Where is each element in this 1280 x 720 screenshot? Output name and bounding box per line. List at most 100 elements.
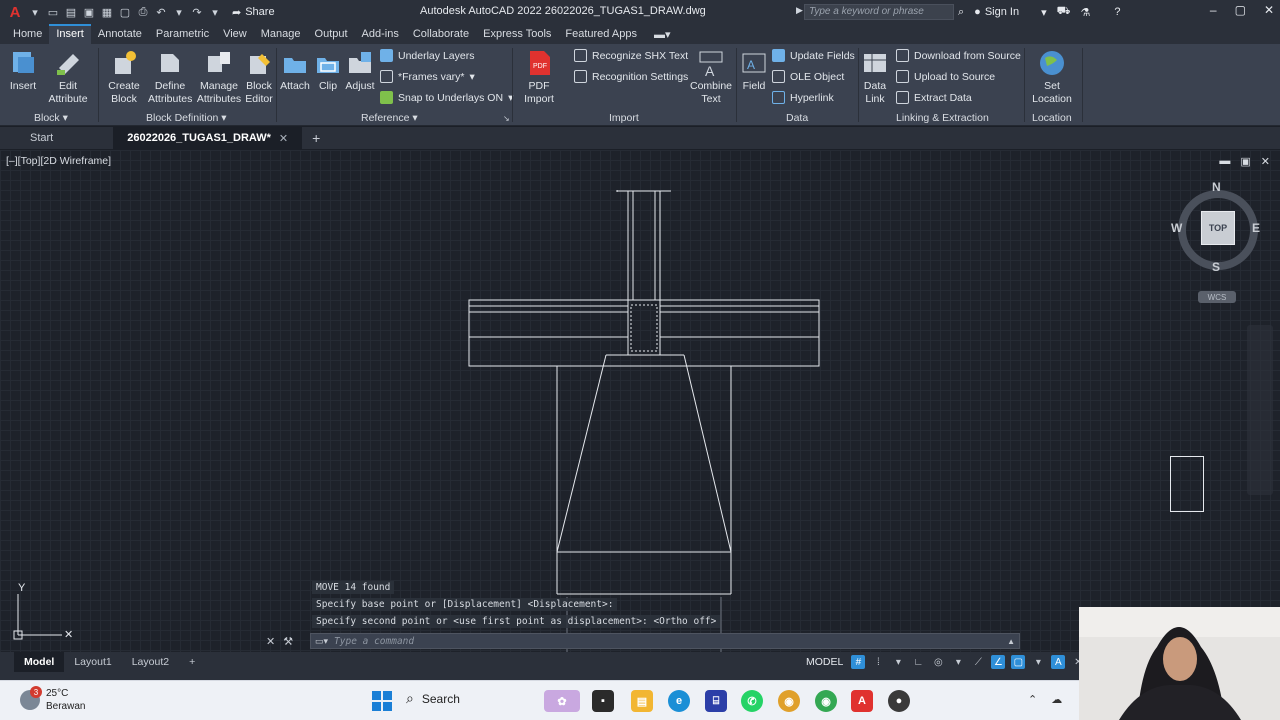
frames-vary-dropdown[interactable]: *Frames vary* ▾ (380, 70, 475, 83)
compass-west[interactable]: W (1171, 221, 1182, 235)
wcs-menu[interactable]: WCS (1198, 291, 1236, 303)
tab-home[interactable]: Home (6, 24, 49, 44)
polar-tracking-icon[interactable]: ◎ (931, 655, 945, 669)
set-location-button[interactable]: Set Location (1030, 48, 1074, 106)
tab-add-ins[interactable]: Add-ins (355, 24, 406, 44)
block-definition-panel-label[interactable]: Block Definition ▾ (146, 112, 227, 124)
file-explorer-dark-icon[interactable]: ▪ (592, 690, 614, 712)
dialog-launcher-icon[interactable]: ↘ (503, 114, 510, 123)
whatsapp-icon[interactable]: ✆ (741, 690, 763, 712)
windows-start-icon[interactable] (372, 691, 392, 711)
clip-button[interactable]: Clip (314, 48, 342, 93)
autodesk-app-icon[interactable]: ⚗ (1080, 6, 1090, 19)
update-fields-button[interactable]: Update Fields (772, 49, 855, 62)
create-block-button[interactable]: Create Block (106, 48, 142, 106)
add-layout-icon[interactable]: + (179, 652, 205, 672)
tray-chevron-icon[interactable]: ⌃ (1028, 693, 1037, 706)
adjust-button[interactable]: Adjust (344, 48, 376, 93)
close-tab-icon[interactable]: ✕ (279, 132, 288, 145)
tab-output[interactable]: Output (308, 24, 355, 44)
customize-wrench-icon[interactable]: ⚒ (283, 635, 293, 648)
close-icon[interactable]: ✕ (1264, 3, 1274, 17)
autocad-taskbar-icon[interactable]: A (851, 690, 873, 712)
help-search-input[interactable]: Type a keyword or phrase (804, 4, 954, 20)
tab-insert[interactable]: Insert (49, 24, 91, 44)
tab-manage[interactable]: Manage (254, 24, 308, 44)
field-button[interactable]: A Field (740, 48, 768, 93)
model-layout-tab[interactable]: Model (14, 652, 65, 672)
layout2-tab[interactable]: Layout2 (122, 652, 179, 672)
pdf-import-button[interactable]: PDF PDF Import (520, 48, 558, 106)
maximize-icon[interactable]: ▢ (1235, 3, 1246, 17)
onedrive-icon[interactable]: ☁ (1051, 693, 1062, 706)
redo-icon[interactable]: ↷ (190, 5, 204, 19)
dropdown-icon[interactable]: ▾ (28, 5, 42, 19)
hyperlink-button[interactable]: Hyperlink (772, 91, 834, 104)
ortho-icon[interactable]: ∟ (911, 655, 925, 669)
tab-featured-apps[interactable]: Featured Apps (558, 24, 644, 44)
layout1-tab[interactable]: Layout1 (64, 652, 121, 672)
recognition-settings-button[interactable]: Recognition Settings (574, 70, 688, 83)
cart-icon[interactable]: ⛟ (1057, 5, 1071, 19)
annotation-scale-icon[interactable]: A (1051, 655, 1066, 669)
redo-dropdown-icon[interactable]: ▾ (208, 5, 222, 19)
command-prompt-icon[interactable]: ▭▾ (315, 636, 328, 647)
drawing-canvas[interactable]: [–][Top][2D Wireframe] ▬ ▣ ✕ TOP N S E W… (0, 150, 1280, 652)
extract-data-button[interactable]: Extract Data (896, 91, 972, 104)
plot-icon[interactable]: ⎙ (136, 5, 150, 19)
viewcube[interactable]: TOP N S E W (1170, 180, 1266, 276)
data-link-button[interactable]: Data Link (860, 48, 890, 106)
recorder-icon[interactable]: ● (888, 690, 910, 712)
tab-view[interactable]: View (216, 24, 254, 44)
snap-dropdown-icon[interactable]: ▾ (891, 655, 905, 669)
object-snap-tracking-icon[interactable]: ∠ (991, 655, 1006, 669)
open-folder-icon[interactable]: ▤ (64, 5, 78, 19)
share-button[interactable]: ➦ Share (232, 6, 275, 19)
compass-east[interactable]: E (1252, 221, 1260, 235)
command-history-toggle-icon[interactable]: ▲ (1007, 637, 1015, 646)
new-file-icon[interactable]: ▭ (46, 5, 60, 19)
ribbon-minimize-icon[interactable]: ▬▾ (644, 24, 681, 44)
navigation-bar[interactable] (1247, 325, 1273, 495)
app-logo[interactable]: A (6, 4, 24, 21)
recognize-shx-button[interactable]: Recognize SHX Text (574, 49, 688, 62)
snap-underlays-dropdown[interactable]: Snap to Underlays ON ▾ (380, 91, 513, 104)
block-editor-button[interactable]: Block Editor (244, 48, 274, 106)
chrome-icon[interactable]: ◉ (778, 690, 800, 712)
new-tab-icon[interactable]: + (302, 130, 330, 146)
save-icon[interactable]: ▣ (82, 5, 96, 19)
search-icon[interactable]: ⌕ (958, 6, 964, 19)
command-input[interactable]: ▭▾ Type a command ▲ (310, 633, 1020, 649)
tab-collaborate[interactable]: Collaborate (406, 24, 476, 44)
osnap-dropdown-icon[interactable]: ▾ (1031, 655, 1045, 669)
insert-button[interactable]: Insert (8, 48, 38, 93)
web-mobile-icon[interactable]: ▢ (118, 5, 132, 19)
search-highlight-icon[interactable]: ✿ (544, 690, 580, 712)
edit-attribute-button[interactable]: Edit Attribute (46, 48, 90, 106)
polar-dropdown-icon[interactable]: ▾ (951, 655, 965, 669)
reference-panel-label[interactable]: Reference ▾ (361, 112, 418, 124)
weather-widget[interactable]: 3 25°C Berawan (20, 686, 85, 713)
drawing-tab[interactable]: 26022026_TUGAS1_DRAW* ✕ (113, 127, 303, 149)
taskbar-search[interactable]: ⌕ Search (406, 690, 460, 707)
undo-dropdown-icon[interactable]: ▾ (172, 5, 186, 19)
download-source-button[interactable]: Download from Source (896, 49, 1021, 62)
manage-attributes-button[interactable]: Manage Attributes (196, 48, 242, 106)
block-panel-label[interactable]: Block ▾ (34, 112, 68, 124)
snap-mode-icon[interactable]: ⁞ (871, 655, 885, 669)
save-as-icon[interactable]: ▦ (100, 5, 114, 19)
define-attributes-button[interactable]: Define Attributes (148, 48, 192, 106)
close-commandline-icon[interactable]: ✕ (266, 635, 275, 648)
file-explorer-icon[interactable]: ▤ (631, 690, 653, 712)
tab-express-tools[interactable]: Express Tools (476, 24, 558, 44)
ole-object-button[interactable]: OLE Object (772, 70, 844, 83)
tab-parametric[interactable]: Parametric (149, 24, 216, 44)
underlay-layers-button[interactable]: Underlay Layers (380, 49, 474, 62)
edge-browser-icon[interactable]: e (668, 690, 690, 712)
model-space-button[interactable]: MODEL (804, 656, 845, 668)
help-icon[interactable]: ? (1114, 6, 1120, 18)
chrome-profile-icon[interactable]: ◉ (815, 690, 837, 712)
undo-icon[interactable]: ↶ (154, 5, 168, 19)
object-snap-icon[interactable]: ▢ (1011, 655, 1026, 669)
tab-annotate[interactable]: Annotate (91, 24, 149, 44)
